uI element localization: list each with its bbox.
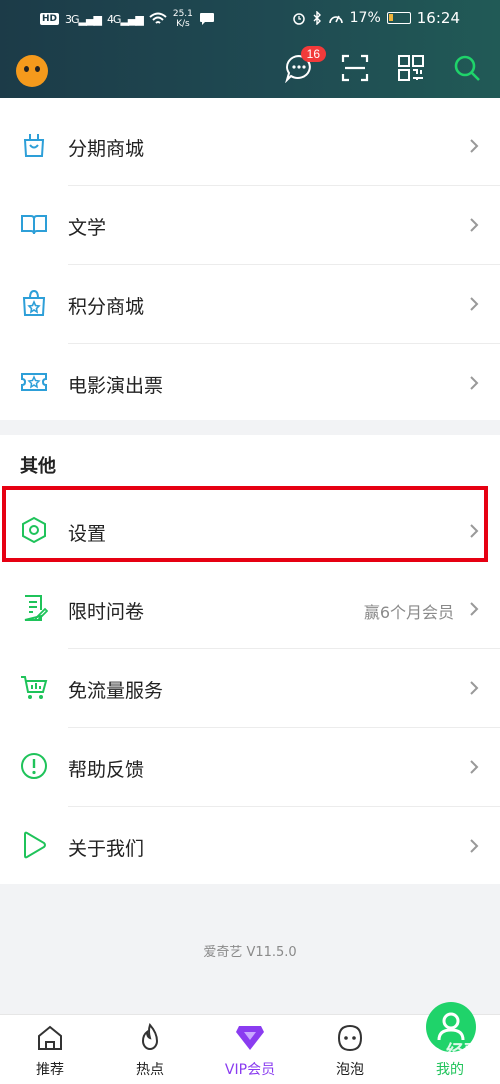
- menu-item-label: 积分商城: [68, 296, 145, 318]
- search-button[interactable]: [452, 53, 482, 83]
- alert-circle-icon: [21, 753, 47, 779]
- menu-card-services: 分期商城 文学 积分商城 电影演出票: [0, 98, 500, 420]
- play-icon: [24, 831, 46, 859]
- chevron-right-icon: [470, 139, 479, 153]
- wifi-icon: [149, 12, 167, 24]
- questionnaire-icon: [24, 595, 48, 621]
- clock: 16:24: [416, 9, 460, 27]
- cart-icon: [21, 676, 48, 699]
- battery-icon: [386, 12, 411, 24]
- book-icon: [21, 215, 47, 235]
- chevron-right-icon: [470, 218, 479, 232]
- menu-item-survey[interactable]: 限时问卷 赢6个月会员: [0, 570, 500, 649]
- alarm-icon: [292, 13, 305, 25]
- menu-item-installment-mall[interactable]: 分期商城: [0, 107, 500, 186]
- menu-item-label: 免流量服务: [68, 680, 164, 702]
- chevron-right-icon: [470, 760, 479, 774]
- avatar[interactable]: [16, 55, 48, 87]
- bluetooth-icon: [313, 11, 321, 25]
- qrcode-button[interactable]: [396, 53, 426, 83]
- highlight-box: [2, 486, 488, 562]
- scan-icon: [341, 54, 369, 82]
- speedometer-icon: [328, 15, 343, 24]
- chevron-right-icon: [470, 297, 479, 311]
- menu-item-label: 文学: [68, 217, 107, 239]
- scan-button[interactable]: [340, 53, 370, 83]
- vip-diamond-icon: [236, 1026, 264, 1050]
- chevron-right-icon: [470, 376, 479, 390]
- battery-percent: 17%: [349, 10, 381, 26]
- menu-item-about-us[interactable]: 关于我们: [0, 807, 500, 886]
- menu-item-label: 分期商城: [68, 138, 145, 160]
- shopping-bag-icon: [23, 134, 45, 157]
- tab-recommend[interactable]: 推荐: [0, 1023, 100, 1083]
- menu-item-points-mall[interactable]: 积分商城: [0, 265, 500, 344]
- message-badge: 16: [300, 46, 326, 62]
- network-speed: 25.1 K/s: [172, 9, 193, 29]
- menu-item-label: 关于我们: [68, 838, 145, 860]
- menu-item-label: 电影演出票: [68, 375, 164, 397]
- chat-bubble-icon: [199, 13, 214, 25]
- search-icon: [454, 55, 480, 81]
- menu-item-literature[interactable]: 文学: [0, 186, 500, 265]
- bubble-face-icon: [337, 1024, 363, 1052]
- chevron-right-icon: [470, 839, 479, 853]
- tab-vip[interactable]: VIP会员: [200, 1023, 300, 1083]
- menu-item-free-data[interactable]: 免流量服务: [0, 649, 500, 728]
- message-button[interactable]: 16: [284, 46, 326, 84]
- tab-label: 热点: [136, 1062, 164, 1078]
- menu-item-help-feedback[interactable]: 帮助反馈: [0, 728, 500, 807]
- signal-icon-4g: 4G▂▄▆: [106, 12, 144, 26]
- points-store-icon: [22, 289, 46, 316]
- app-version: 爱奇艺 V11.5.0: [203, 945, 297, 960]
- ticket-icon: [21, 373, 47, 391]
- survey-reward-text: 赢6个月会员: [363, 603, 454, 622]
- qrcode-icon: [398, 55, 424, 81]
- hd-icon: HD: [40, 13, 60, 25]
- status-bar: HD 3G▂▄▆ 4G▂▄▆ 25.1 K/s 17% 16:24: [0, 0, 500, 38]
- signal-icon-3g: 3G▂▄▆: [65, 12, 102, 26]
- menu-item-movie-tickets[interactable]: 电影演出票: [0, 344, 500, 423]
- flame-icon: [141, 1023, 159, 1050]
- chevron-right-icon: [470, 602, 479, 616]
- menu-item-label: 限时问卷: [68, 601, 145, 623]
- chevron-right-icon: [470, 681, 479, 695]
- section-title-other: 其他: [20, 456, 56, 477]
- menu-item-label: 帮助反馈: [68, 759, 145, 781]
- tab-label: 推荐: [36, 1062, 64, 1078]
- watermark: Baidu 经验: [382, 1042, 483, 1063]
- tab-hot[interactable]: 热点: [100, 1023, 200, 1083]
- top-bar: HD 3G▂▄▆ 4G▂▄▆ 25.1 K/s 17% 16:24 16: [0, 0, 500, 98]
- tab-label: VIP会员: [224, 1062, 276, 1078]
- home-icon: [38, 1025, 62, 1050]
